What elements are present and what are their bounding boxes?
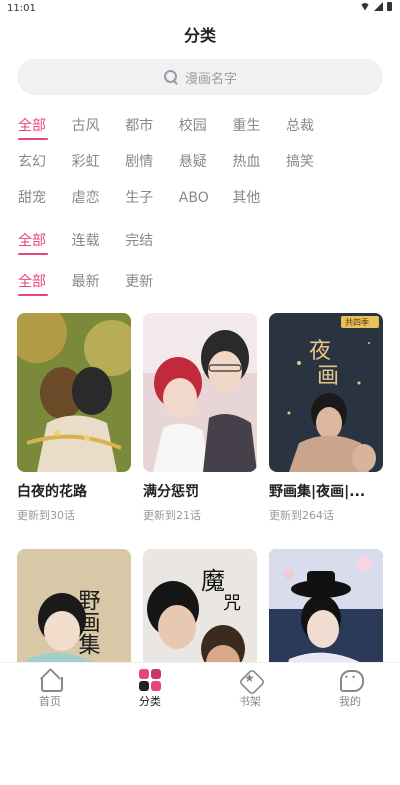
genre-option[interactable]: 虐恋 [72, 188, 126, 224]
cover-art: 夜 画 共四季 [269, 313, 383, 472]
tab-profile[interactable]: 我的 [310, 663, 390, 711]
sort-filter: 全部 最新 更新 [18, 272, 388, 308]
sort-option[interactable]: 更新 [125, 272, 179, 308]
genre-option[interactable]: 古风 [72, 116, 126, 152]
comic-update: 更新到264话 [269, 509, 334, 522]
status-icons [360, 2, 392, 11]
genre-option[interactable]: 生子 [125, 188, 179, 224]
status-option[interactable]: 连载 [72, 231, 126, 267]
svg-text:夜: 夜 [309, 339, 331, 364]
svg-text:咒: 咒 [223, 593, 241, 614]
status-option[interactable]: 完结 [125, 231, 179, 267]
genre-option[interactable]: ABO [179, 188, 233, 224]
bookshelf-icon [238, 668, 262, 692]
search-icon [163, 69, 179, 85]
battery-icon [387, 2, 392, 11]
tab-label: 首页 [39, 695, 61, 708]
comic-title: 白夜的花路 [17, 484, 87, 500]
comic-card[interactable]: 夜 画 共四季 野画集|夜画|... 更新到264话 [269, 313, 383, 549]
comic-grid: 白夜的花路 更新到30话 满分惩罚 更新到21话 夜 画 共四季 野画集|夜画|… [17, 313, 383, 785]
genre-option[interactable]: 彩虹 [72, 152, 126, 188]
genre-option[interactable]: 热血 [232, 152, 286, 188]
comic-title: 野画集|夜画|... [269, 484, 366, 500]
sort-option[interactable]: 全部 [18, 272, 72, 308]
comic-card[interactable]: 白夜的花路 更新到30话 [17, 313, 131, 549]
comic-cover: 夜 画 共四季 [269, 313, 383, 472]
search-bar[interactable]: 漫画名字 [17, 59, 383, 95]
svg-text:共四季: 共四季 [345, 317, 369, 327]
genre-option[interactable]: 全部 [18, 116, 72, 152]
tab-home[interactable]: 首页 [10, 663, 90, 711]
svg-text:画: 画 [317, 364, 339, 389]
genre-option[interactable]: 总裁 [286, 116, 340, 152]
tab-category[interactable]: 分类 [110, 663, 190, 711]
tab-bookshelf[interactable]: 书架 [210, 663, 290, 711]
status-option[interactable]: 全部 [18, 231, 72, 267]
tab-label: 分类 [139, 695, 161, 708]
tab-label: 书架 [239, 695, 261, 708]
category-icon [138, 668, 162, 692]
cover-art [17, 313, 131, 472]
comic-title: 满分惩罚 [143, 484, 199, 500]
wifi-icon [360, 2, 370, 11]
genre-option[interactable]: 悬疑 [179, 152, 233, 188]
genre-option[interactable]: 搞笑 [286, 152, 340, 188]
profile-icon [338, 668, 364, 692]
comic-update: 更新到30话 [17, 509, 75, 522]
status-filter: 全部 连载 完结 [18, 231, 388, 267]
search-placeholder: 漫画名字 [184, 71, 237, 87]
status-bar: 11:01 [0, 0, 400, 18]
genre-option[interactable]: 其他 [232, 188, 286, 224]
page-title: 分类 [183, 26, 216, 45]
genre-option[interactable]: 甜宠 [18, 188, 72, 224]
svg-text:魔: 魔 [201, 567, 225, 595]
comic-cover [143, 313, 257, 472]
bottom-tab-bar: 首页 分类 书架 我的 [0, 662, 400, 711]
signal-icon [374, 2, 383, 11]
comic-card[interactable]: 满分惩罚 更新到21话 [143, 313, 257, 549]
genre-option[interactable]: 都市 [125, 116, 179, 152]
tab-label: 我的 [339, 695, 361, 708]
cover-art [143, 313, 257, 472]
comic-update: 更新到21话 [143, 509, 201, 522]
sort-option[interactable]: 最新 [72, 272, 126, 308]
home-icon [38, 668, 63, 692]
genre-option[interactable]: 校园 [179, 116, 233, 152]
genre-filter: 全部 古风 都市 校园 重生 总裁玄幻 彩虹 剧情 悬疑 热血 搞笑甜宠 虐恋 生子 ABO 其他 [18, 116, 388, 224]
genre-option[interactable]: 剧情 [125, 152, 179, 188]
genre-option[interactable]: 玄幻 [18, 152, 72, 188]
genre-option[interactable]: 重生 [232, 116, 286, 152]
status-time: 11:01 [7, 3, 36, 14]
comic-cover [17, 313, 131, 472]
